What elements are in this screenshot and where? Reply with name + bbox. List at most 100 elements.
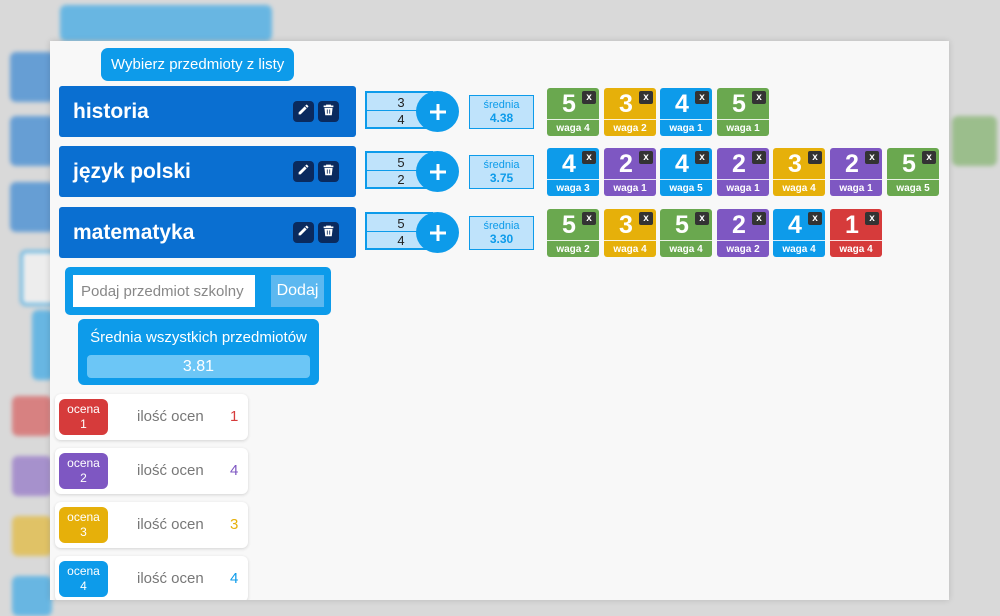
delete-grade-button[interactable]: x [582,91,596,104]
grade-weight: waga 2 [717,240,769,256]
grade-weight: waga 1 [830,179,882,195]
delete-grade-button[interactable]: x [639,151,653,164]
grade-count-row: ocena 4 ilość ocen 4 [55,556,248,600]
grade-badge-label: ocena [67,510,100,524]
grade-weight: waga 4 [604,240,656,256]
grade-tile[interactable]: 5 x waga 1 [717,88,769,136]
grade-weight: waga 1 [717,119,769,135]
pencil-icon [297,224,310,242]
grade-badge-number: 1 [80,417,87,431]
grade-weight: waga 2 [547,240,599,256]
grade-count-row: ocena 1 ilość ocen 1 [55,394,248,440]
delete-subject-button[interactable] [318,222,339,243]
grade-weight: waga 1 [660,119,712,135]
grade-tile[interactable]: 2 x waga 2 [717,209,769,257]
grade-weight: waga 4 [660,240,712,256]
average-value: 3.30 [489,232,514,246]
grade-tile[interactable]: 3 x waga 4 [604,209,656,257]
grade-count-label: ilość ocen [137,462,204,479]
add-subject-form: Dodaj [65,267,331,315]
delete-grade-button[interactable]: x [922,151,936,164]
add-grade-button[interactable] [416,151,459,192]
grade-tile[interactable]: 4 x waga 1 [660,88,712,136]
average-value: 4.38 [489,111,514,125]
delete-grade-button[interactable]: x [752,212,766,225]
delete-grade-button[interactable]: x [808,151,822,164]
subject-row: język polski 5 2 średnia 3.75 4 x waga 3 2 x waga … [59,146,939,197]
grade-tile[interactable]: 2 x waga 1 [830,148,882,196]
delete-grade-button[interactable]: x [752,91,766,104]
grade-count-label: ilość ocen [137,516,204,533]
grade-weight: waga 1 [604,179,656,195]
grade-tile[interactable]: 2 x waga 1 [717,148,769,196]
subject-name: historia [73,100,149,123]
grade-tile[interactable]: 5 x waga 4 [660,209,712,257]
grade-tile[interactable]: 2 x waga 1 [604,148,656,196]
delete-grade-button[interactable]: x [582,212,596,225]
subject-name: język polski [73,160,191,183]
plus-icon [428,223,448,243]
grade-tile[interactable]: 4 x waga 5 [660,148,712,196]
grade-badge: ocena 4 [59,561,108,597]
grade-count-value: 4 [230,570,239,587]
grade-tile[interactable]: 5 x waga 4 [547,88,599,136]
subject-row: matematyka 5 4 średnia 3.30 5 x waga 2 3 x waga 45… [59,207,939,258]
plus-icon [428,162,448,182]
grade-weight: waga 4 [773,179,825,195]
edit-subject-button[interactable] [293,222,314,243]
overall-average-card: Średnia wszystkich przedmiotów 3.81 [78,319,319,385]
delete-subject-button[interactable] [318,161,339,182]
grade-tile[interactable]: 4 x waga 4 [773,209,825,257]
grade-badge: ocena 1 [59,399,108,435]
add-grade-button[interactable] [416,212,459,253]
grade-tile[interactable]: 1 x waga 4 [830,209,882,257]
grade-badge-number: 2 [80,471,87,485]
subject-card: język polski [59,146,356,197]
average-value: 3.75 [489,171,514,185]
main-panel: Wybierz przedmioty z listy historia 3 4 śre… [50,41,949,600]
grade-weight: waga 4 [830,240,882,256]
trash-icon [322,163,335,181]
delete-grade-button[interactable]: x [695,91,709,104]
subject-average: średnia 4.38 [469,95,534,129]
grade-tile[interactable]: 3 x waga 4 [773,148,825,196]
grade-weight: waga 4 [547,119,599,135]
grade-count-label: ilość ocen [137,570,204,587]
grade-count-value: 3 [230,516,239,533]
grade-tile[interactable]: 4 x waga 3 [547,148,599,196]
trash-icon [322,224,335,242]
delete-subject-button[interactable] [318,101,339,122]
average-label: średnia [483,99,520,111]
grade-badge-label: ocena [67,402,100,416]
subject-name-input[interactable] [73,275,255,307]
grade-weight: waga 2 [604,119,656,135]
delete-grade-button[interactable]: x [808,212,822,225]
delete-grade-button[interactable]: x [695,151,709,164]
add-grade-button[interactable] [416,91,459,132]
delete-grade-button[interactable]: x [639,91,653,104]
pencil-icon [297,103,310,121]
grade-badge-label: ocena [67,564,100,578]
grade-tile[interactable]: 5 x waga 5 [887,148,939,196]
grade-count-row: ocena 2 ilość ocen 4 [55,448,248,494]
overall-average-value: 3.81 [87,355,310,378]
pick-subjects-button[interactable]: Wybierz przedmioty z listy [101,48,295,81]
pencil-icon [297,163,310,181]
delete-grade-button[interactable]: x [752,151,766,164]
grade-count-label: ilość ocen [137,408,204,425]
subject-name: matematyka [73,221,195,244]
grade-tile[interactable]: 3 x waga 2 [604,88,656,136]
grade-count-value: 1 [230,408,239,425]
add-subject-button[interactable]: Dodaj [271,275,324,307]
delete-grade-button[interactable]: x [639,212,653,225]
grade-badge-label: ocena [67,456,100,470]
delete-grade-button[interactable]: x [695,212,709,225]
edit-subject-button[interactable] [293,161,314,182]
delete-grade-button[interactable]: x [865,212,879,225]
delete-grade-button[interactable]: x [865,151,879,164]
grade-tile[interactable]: 5 x waga 2 [547,209,599,257]
subject-average: średnia 3.75 [469,155,534,189]
plus-icon [428,102,448,122]
edit-subject-button[interactable] [293,101,314,122]
delete-grade-button[interactable]: x [582,151,596,164]
